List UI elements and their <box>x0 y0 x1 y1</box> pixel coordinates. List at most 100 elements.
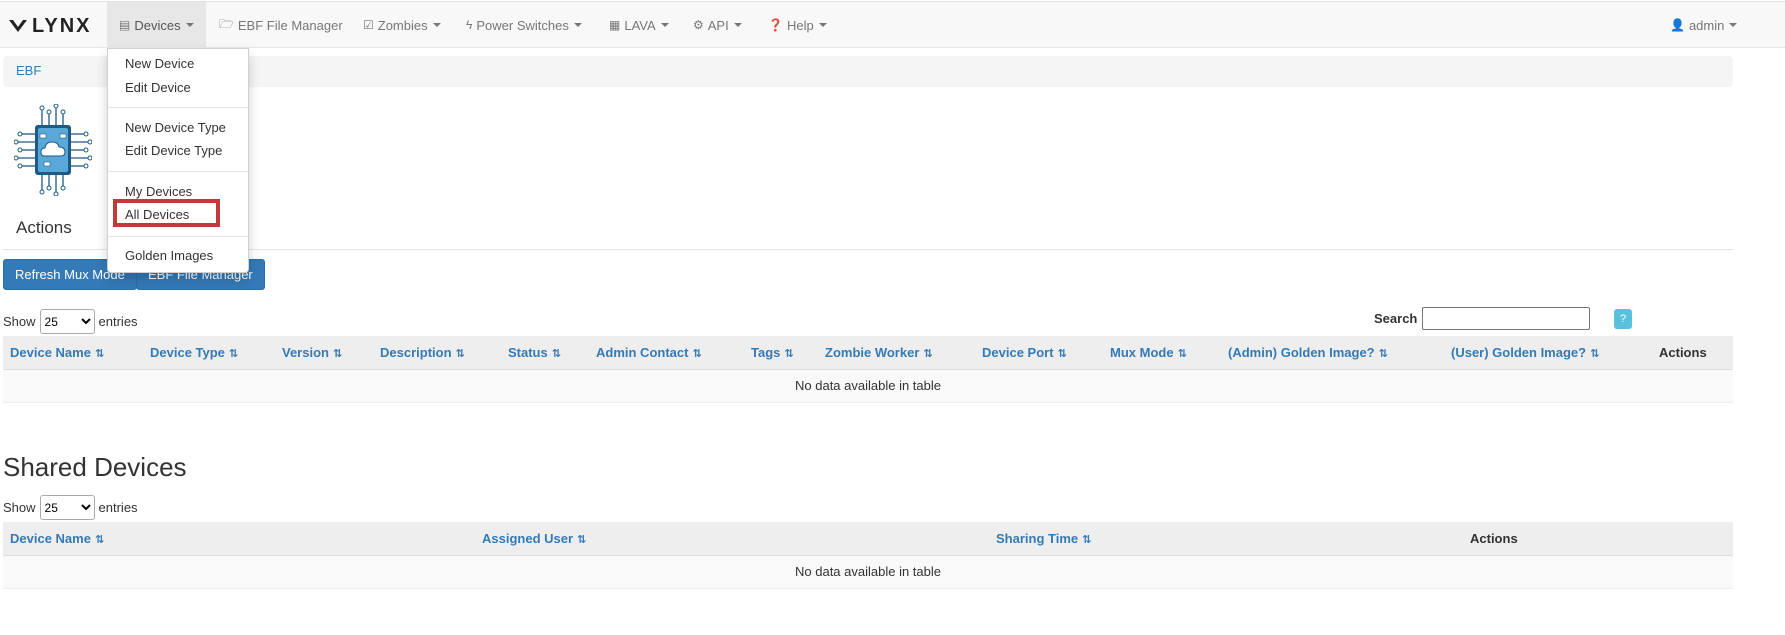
table-header-row: Device Name ⇅ Device Type ⇅ Version ⇅ Descr… <box>3 336 1733 370</box>
column-label: (User) Golden Image? <box>1451 344 1587 360</box>
column-status[interactable]: Status ⇅ <box>501 336 589 370</box>
nav-help-label: Help <box>786 17 814 33</box>
divider <box>3 249 1733 250</box>
search-input[interactable] <box>1422 307 1591 330</box>
column-user-golden-image[interactable]: (User) Golden Image? ⇅ <box>1444 336 1652 370</box>
column-label: Device Type <box>150 344 225 360</box>
chevron-down-icon <box>818 23 827 27</box>
sort-icon: ⇅ <box>1082 533 1092 546</box>
folder-open-icon: 🗁 <box>219 16 234 31</box>
breadcrumb: EBF <box>3 56 1733 87</box>
column-description[interactable]: Description ⇅ <box>373 336 501 370</box>
nav-user-menu[interactable]: 👤 admin <box>1658 2 1749 48</box>
nav-ebf-label: EBF File Manager <box>237 17 343 33</box>
column-device-name[interactable]: Device Name ⇅ <box>3 522 475 556</box>
menu-item-edit-device[interactable]: Edit Device <box>125 80 191 95</box>
column-version[interactable]: Version ⇅ <box>275 336 373 370</box>
column-label: Zombie Worker <box>825 344 920 360</box>
menu-item-new-device[interactable]: New Device <box>125 56 194 71</box>
page-size-select[interactable]: 25 <box>39 309 95 334</box>
column-label: Device Name <box>10 344 91 360</box>
breadcrumb-link-ebf[interactable]: EBF <box>16 63 41 78</box>
shared-page-size-select[interactable]: 25 <box>39 495 95 520</box>
help-button[interactable]: ? <box>1614 309 1632 329</box>
menu-item-my-devices[interactable]: My Devices <box>125 184 192 199</box>
highlight-all-devices <box>113 199 220 227</box>
column-actions: Actions <box>1463 522 1733 556</box>
shared-devices-title: Shared Devices <box>3 452 187 482</box>
brand-logo[interactable]: LYNX <box>8 14 92 38</box>
menu-item-golden-images[interactable]: Golden Images <box>125 248 213 263</box>
gear-icon: ⚙ <box>693 18 704 32</box>
sort-icon: ⇅ <box>551 347 561 360</box>
chevron-down-icon <box>1729 23 1738 27</box>
calendar-icon: ▦ <box>609 18 621 32</box>
show-label: Show <box>3 500 36 515</box>
nav-user-label: admin <box>1688 17 1725 33</box>
devices-table: Device Name ⇅ Device Type ⇅ Version ⇅ Descr… <box>3 336 1733 403</box>
sort-icon: ⇅ <box>332 347 343 360</box>
column-label: Status <box>508 344 548 360</box>
edit-icon: ☑ <box>363 18 374 32</box>
menu-item-new-device-type[interactable]: New Device Type <box>125 120 226 135</box>
column-sharing-time[interactable]: Sharing Time ⇅ <box>989 522 1463 556</box>
nav-zombies-label: Zombies <box>377 17 428 33</box>
nav-api[interactable]: ⚙ API <box>681 2 754 48</box>
user-icon: 👤 <box>1670 18 1685 32</box>
shared-devices-table: Device Name ⇅ Assigned User ⇅ Sharing Time… <box>3 522 1733 589</box>
lynx-logo-icon <box>9 20 27 32</box>
column-label: Actions <box>1659 344 1707 360</box>
column-label: Assigned User <box>482 530 574 546</box>
column-admin-golden-image[interactable]: (Admin) Golden Image? ⇅ <box>1221 336 1444 370</box>
nav-zombies[interactable]: ☑ Zombies <box>351 2 453 48</box>
nav-ebf-file-manager[interactable]: 🗁 EBF File Manager <box>207 2 355 48</box>
table-row-empty: No data available in table <box>3 369 1733 403</box>
menu-divider <box>108 236 248 237</box>
column-device-port[interactable]: Device Port ⇅ <box>975 336 1103 370</box>
column-label: Actions <box>1470 530 1518 546</box>
search-control: Search <box>1374 307 1591 330</box>
nav-help[interactable]: ❓ Help <box>756 2 839 48</box>
column-assigned-user[interactable]: Assigned User ⇅ <box>475 522 989 556</box>
nav-devices-label: Devices <box>134 17 181 33</box>
sort-icon: ⇅ <box>1590 347 1600 360</box>
column-device-type[interactable]: Device Type ⇅ <box>143 336 275 370</box>
nav-devices[interactable]: ▤ Devices <box>107 2 206 48</box>
empty-message: No data available in table <box>3 369 1733 403</box>
flash-icon: ϟ <box>466 18 473 32</box>
entries-label: entries <box>98 500 138 515</box>
devices-dropdown-menu: New Device Edit Device New Device Type E… <box>107 48 249 273</box>
menu-item-edit-device-type[interactable]: Edit Device Type <box>125 143 222 158</box>
menu-divider <box>108 107 248 108</box>
sort-icon: ⇅ <box>1177 347 1187 360</box>
sort-icon: ⇅ <box>455 347 465 360</box>
nav-power-switches[interactable]: ϟ Power Switches <box>454 2 594 48</box>
search-label: Search <box>1374 311 1418 326</box>
table-row-empty: No data available in table <box>3 555 1733 589</box>
chip-cloud-logo <box>14 104 92 196</box>
nav-power-label: Power Switches <box>476 17 569 33</box>
empty-message: No data available in table <box>3 555 1733 589</box>
sort-asc-icon: ⇅ <box>94 347 105 360</box>
column-label: Version <box>282 344 329 360</box>
sort-icon: ⇅ <box>923 347 933 360</box>
column-label: (Admin) Golden Image? <box>1228 344 1375 360</box>
shared-page-size-control: Show 25 entries <box>3 495 138 520</box>
show-label: Show <box>3 314 36 329</box>
column-admin-contact[interactable]: Admin Contact ⇅ <box>589 336 744 370</box>
column-label: Sharing Time <box>996 530 1079 546</box>
column-tags[interactable]: Tags ⇅ <box>744 336 818 370</box>
nav-api-label: API <box>707 17 729 33</box>
sort-icon: ⇅ <box>577 533 587 546</box>
chevron-down-icon <box>185 23 194 27</box>
column-zombie-worker[interactable]: Zombie Worker ⇅ <box>818 336 975 370</box>
column-label: Device Name <box>10 530 91 546</box>
sort-icon: ⇅ <box>692 347 702 360</box>
actions-heading: Actions <box>16 218 72 237</box>
column-device-name[interactable]: Device Name ⇅ <box>3 336 143 370</box>
column-label: Admin Contact <box>596 344 689 360</box>
column-mux-mode[interactable]: Mux Mode ⇅ <box>1103 336 1221 370</box>
column-label: Description <box>380 344 452 360</box>
nav-lava[interactable]: ▦ LAVA <box>597 2 681 48</box>
nav-lava-label: LAVA <box>624 17 656 33</box>
